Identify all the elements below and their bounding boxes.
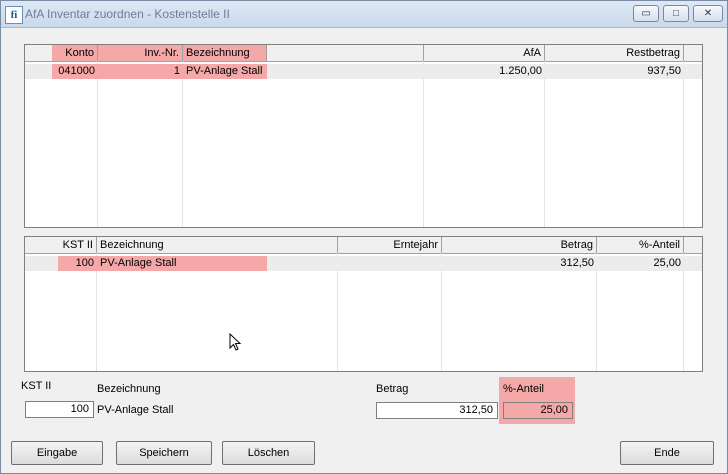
col-invnr[interactable]: Inv.-Nr. (98, 45, 183, 61)
cell-restbetrag: 937,50 (647, 65, 681, 77)
col-betrag[interactable]: Betrag (442, 237, 597, 253)
app-icon: fi (5, 6, 23, 24)
grid-line (683, 61, 684, 227)
table-row[interactable]: 100 PV-Anlage Stall 312,50 25,00 (25, 256, 702, 271)
cell-afa: 1.250,00 (499, 65, 542, 77)
cell-betrag: 312,50 (560, 257, 594, 269)
bezeichnung-value: PV-Anlage Stall (97, 404, 174, 416)
grid-line (182, 61, 183, 227)
kst-label: KST II (21, 380, 52, 392)
cell-konto: 041000 (52, 64, 98, 79)
cost-center-grid-header: KST II Bezeichnung Erntejahr Betrag %-An… (25, 237, 702, 254)
anteil-input[interactable]: 25,00 (503, 402, 573, 419)
grid-line (423, 61, 424, 227)
minimize-button[interactable]: ▭ (633, 5, 659, 22)
col-kst[interactable]: KST II (25, 237, 97, 253)
maximize-icon: □ (672, 8, 680, 19)
mouse-cursor-icon (229, 333, 242, 351)
kst-input[interactable]: 100 (25, 401, 94, 418)
eingabe-button[interactable]: Eingabe (11, 441, 103, 465)
cell-erntejahr (338, 256, 442, 271)
col-anteil[interactable]: %-Anteil (597, 237, 684, 253)
col-afa[interactable]: AfA (424, 45, 545, 61)
col-konto[interactable]: Konto (52, 45, 98, 61)
minimize-icon: ▭ (641, 8, 651, 19)
betrag-input[interactable]: 312,50 (376, 402, 498, 419)
col-bezeichnung[interactable]: Bezeichnung (97, 237, 338, 253)
cell-kst: 100 (58, 256, 97, 271)
cell-bezeichnung: PV-Anlage Stall (183, 64, 267, 79)
col-erntejahr[interactable]: Erntejahr (338, 237, 442, 253)
inventory-grid-header: Konto Inv.-Nr. Bezeichnung AfA Restbetra… (25, 45, 702, 62)
ende-button[interactable]: Ende (620, 441, 714, 465)
betrag-label: Betrag (376, 383, 409, 395)
grid-line (544, 61, 545, 227)
cell-anteil: 25,00 (653, 257, 681, 269)
close-icon: ✕ (703, 8, 713, 19)
cell-bezeichnung: PV-Anlage Stall (97, 256, 267, 271)
col-restbetrag[interactable]: Restbetrag (545, 45, 684, 61)
grid-line (97, 61, 98, 227)
inventory-grid[interactable]: Konto Inv.-Nr. Bezeichnung AfA Restbetra… (24, 44, 703, 228)
bezeichnung-label: Bezeichnung (97, 383, 161, 395)
title-bar: fi AfA Inventar zuordnen - Kostenstelle … (1, 1, 727, 28)
dialog-window: fi AfA Inventar zuordnen - Kostenstelle … (0, 0, 728, 474)
table-row[interactable]: 041000 1 PV-Anlage Stall 1.250,00 937,50 (25, 64, 702, 79)
col-bezeichnung[interactable]: Bezeichnung (183, 45, 267, 61)
cost-center-grid[interactable]: KST II Bezeichnung Erntejahr Betrag %-An… (24, 236, 703, 372)
anteil-label: %-Anteil (503, 383, 544, 395)
window-title: AfA Inventar zuordnen - Kostenstelle II (25, 7, 230, 21)
loeschen-button[interactable]: Löschen (222, 441, 315, 465)
col-empty (267, 45, 424, 61)
cell-invnr: 1 (98, 64, 183, 79)
speichern-button[interactable]: Speichern (116, 441, 212, 465)
close-button[interactable]: ✕ (693, 5, 723, 22)
maximize-button[interactable]: □ (663, 5, 689, 22)
